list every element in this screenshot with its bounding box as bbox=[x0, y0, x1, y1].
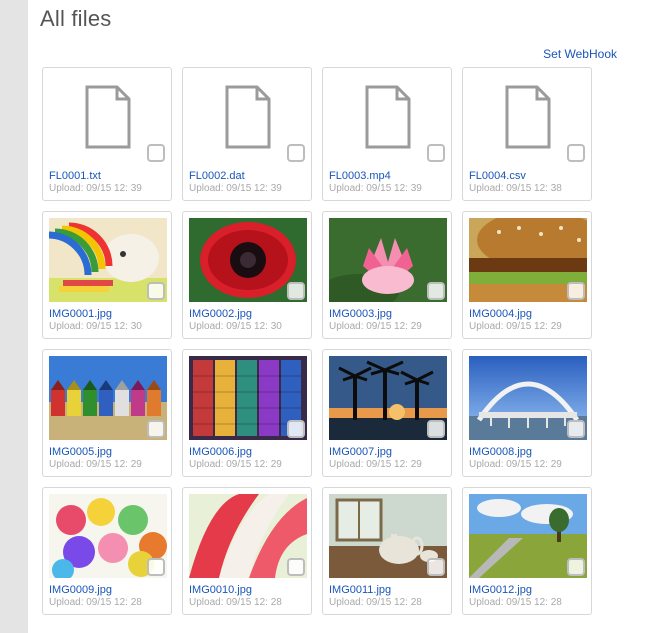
file-upload-meta: Upload: 09/15 12: 29 bbox=[329, 321, 445, 332]
file-upload-meta: Upload: 09/15 12: 29 bbox=[49, 459, 165, 470]
file-upload-meta: Upload: 09/15 12: 28 bbox=[329, 597, 445, 608]
file-upload-meta: Upload: 09/15 12: 29 bbox=[189, 459, 305, 470]
thumbnail bbox=[329, 356, 447, 440]
thumbnail bbox=[49, 494, 167, 578]
file-name-link[interactable]: IMG0002.jpg bbox=[189, 308, 305, 320]
file-upload-meta: Upload: 09/15 12: 30 bbox=[49, 321, 165, 332]
page-title: All files bbox=[40, 6, 625, 32]
select-checkbox[interactable] bbox=[427, 144, 445, 162]
file-name-link[interactable]: IMG0006.jpg bbox=[189, 446, 305, 458]
file-card[interactable]: IMG0006.jpgUpload: 09/15 12: 29 bbox=[182, 349, 312, 477]
select-checkbox[interactable] bbox=[147, 558, 165, 576]
thumbnail bbox=[329, 218, 447, 302]
file-name-link[interactable]: IMG0004.jpg bbox=[469, 308, 585, 320]
file-name-link[interactable]: IMG0005.jpg bbox=[49, 446, 165, 458]
file-card[interactable]: FL0003.mp4Upload: 09/15 12: 39 bbox=[322, 67, 452, 201]
select-checkbox[interactable] bbox=[567, 420, 585, 438]
file-card[interactable]: IMG0002.jpgUpload: 09/15 12: 30 bbox=[182, 211, 312, 339]
file-name-link[interactable]: FL0002.dat bbox=[189, 170, 305, 182]
file-upload-meta: Upload: 09/15 12: 30 bbox=[189, 321, 305, 332]
file-card[interactable]: IMG0009.jpgUpload: 09/15 12: 28 bbox=[42, 487, 172, 615]
thumbnail bbox=[329, 494, 447, 578]
file-icon bbox=[189, 74, 307, 164]
file-name-link[interactable]: IMG0009.jpg bbox=[49, 584, 165, 596]
file-upload-meta: Upload: 09/15 12: 39 bbox=[329, 183, 445, 194]
file-name-link[interactable]: IMG0003.jpg bbox=[329, 308, 445, 320]
set-webhook-link[interactable]: Set WebHook bbox=[543, 47, 617, 61]
file-name-link[interactable]: IMG0011.jpg bbox=[329, 584, 445, 596]
select-checkbox[interactable] bbox=[567, 144, 585, 162]
thumbnail bbox=[49, 218, 167, 302]
file-name-link[interactable]: IMG0008.jpg bbox=[469, 446, 585, 458]
file-name-link[interactable]: IMG0001.jpg bbox=[49, 308, 165, 320]
thumbnail bbox=[189, 356, 307, 440]
thumbnail bbox=[189, 218, 307, 302]
select-checkbox[interactable] bbox=[287, 420, 305, 438]
file-upload-meta: Upload: 09/15 12: 28 bbox=[469, 597, 585, 608]
thumbnail bbox=[469, 218, 587, 302]
select-checkbox[interactable] bbox=[567, 282, 585, 300]
select-checkbox[interactable] bbox=[147, 420, 165, 438]
thumbnail bbox=[469, 356, 587, 440]
thumbnail bbox=[469, 494, 587, 578]
file-icon bbox=[469, 74, 587, 164]
select-checkbox[interactable] bbox=[147, 282, 165, 300]
file-name-link[interactable]: FL0001.txt bbox=[49, 170, 165, 182]
file-card[interactable]: IMG0005.jpgUpload: 09/15 12: 29 bbox=[42, 349, 172, 477]
select-checkbox[interactable] bbox=[427, 282, 445, 300]
file-name-link[interactable]: IMG0010.jpg bbox=[189, 584, 305, 596]
select-checkbox[interactable] bbox=[287, 144, 305, 162]
select-checkbox[interactable] bbox=[287, 282, 305, 300]
file-upload-meta: Upload: 09/15 12: 28 bbox=[189, 597, 305, 608]
file-card[interactable]: IMG0003.jpgUpload: 09/15 12: 29 bbox=[322, 211, 452, 339]
file-upload-meta: Upload: 09/15 12: 38 bbox=[469, 183, 585, 194]
file-card[interactable]: IMG0004.jpgUpload: 09/15 12: 29 bbox=[462, 211, 592, 339]
file-upload-meta: Upload: 09/15 12: 28 bbox=[49, 597, 165, 608]
file-name-link[interactable]: IMG0007.jpg bbox=[329, 446, 445, 458]
file-upload-meta: Upload: 09/15 12: 39 bbox=[189, 183, 305, 194]
file-card[interactable]: FL0002.datUpload: 09/15 12: 39 bbox=[182, 67, 312, 201]
file-upload-meta: Upload: 09/15 12: 29 bbox=[469, 459, 585, 470]
file-upload-meta: Upload: 09/15 12: 29 bbox=[469, 321, 585, 332]
file-card[interactable]: IMG0010.jpgUpload: 09/15 12: 28 bbox=[182, 487, 312, 615]
file-name-link[interactable]: IMG0012.jpg bbox=[469, 584, 585, 596]
file-card[interactable]: FL0004.csvUpload: 09/15 12: 38 bbox=[462, 67, 592, 201]
file-icon bbox=[329, 74, 447, 164]
select-checkbox[interactable] bbox=[427, 558, 445, 576]
file-card[interactable]: IMG0008.jpgUpload: 09/15 12: 29 bbox=[462, 349, 592, 477]
file-card[interactable]: FL0001.txtUpload: 09/15 12: 39 bbox=[42, 67, 172, 201]
thumbnail bbox=[189, 494, 307, 578]
file-card[interactable]: IMG0011.jpgUpload: 09/15 12: 28 bbox=[322, 487, 452, 615]
select-checkbox[interactable] bbox=[567, 558, 585, 576]
file-card[interactable]: IMG0012.jpgUpload: 09/15 12: 28 bbox=[462, 487, 592, 615]
file-icon bbox=[49, 74, 167, 164]
file-card[interactable]: IMG0001.jpgUpload: 09/15 12: 30 bbox=[42, 211, 172, 339]
thumbnail bbox=[49, 356, 167, 440]
select-checkbox[interactable] bbox=[427, 420, 445, 438]
file-upload-meta: Upload: 09/15 12: 29 bbox=[329, 459, 445, 470]
select-checkbox[interactable] bbox=[287, 558, 305, 576]
select-checkbox[interactable] bbox=[147, 144, 165, 162]
file-name-link[interactable]: FL0004.csv bbox=[469, 170, 585, 182]
file-upload-meta: Upload: 09/15 12: 39 bbox=[49, 183, 165, 194]
file-card[interactable]: IMG0007.jpgUpload: 09/15 12: 29 bbox=[322, 349, 452, 477]
file-name-link[interactable]: FL0003.mp4 bbox=[329, 170, 445, 182]
